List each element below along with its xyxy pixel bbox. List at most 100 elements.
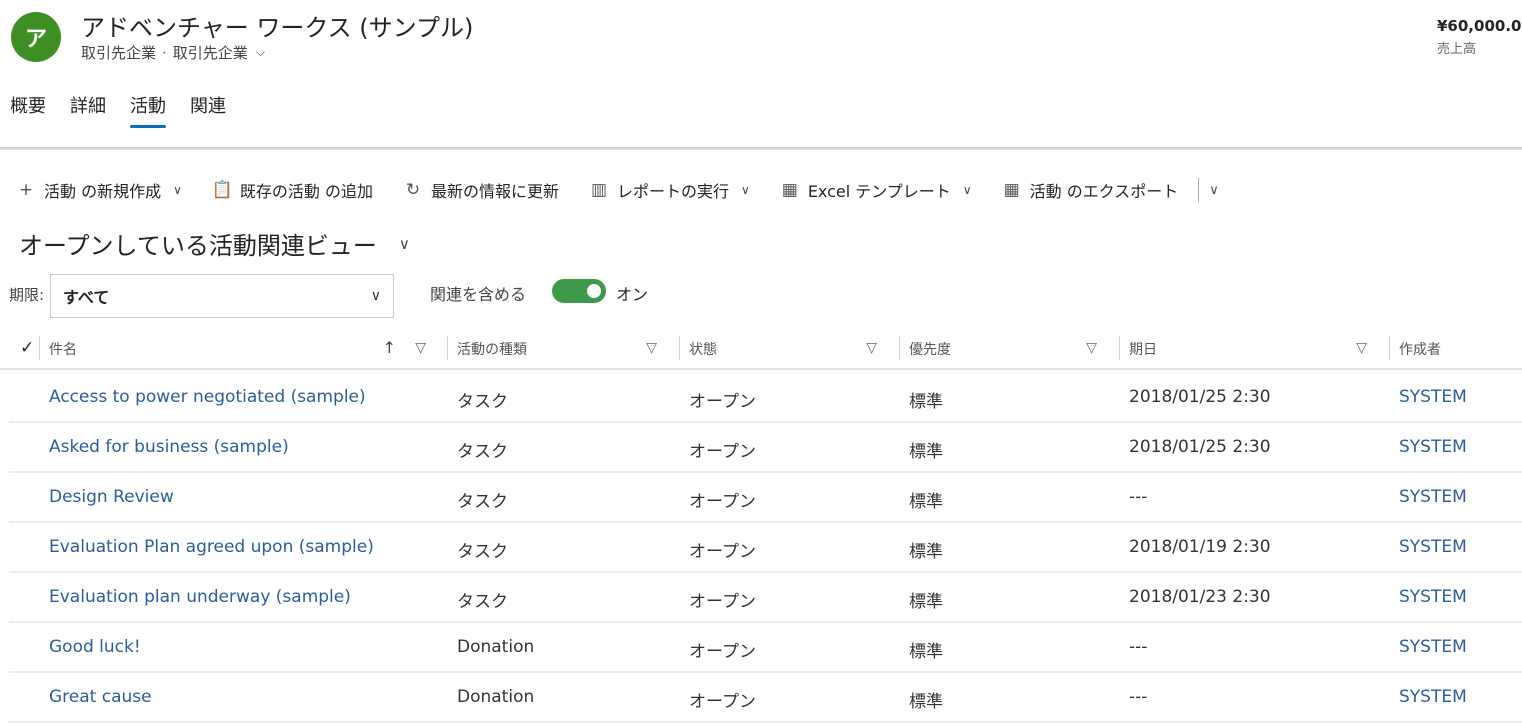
tab-summary[interactable]: 概要 — [10, 92, 46, 128]
table-row[interactable]: Evaluation Plan agreed upon (sample) タスク… — [9, 523, 1522, 573]
run-report-button[interactable]: ▥ レポートの実行 ∨ — [589, 178, 750, 202]
refresh-icon: ↻ — [405, 180, 421, 200]
status-cell: オープン — [689, 392, 756, 412]
subject-link[interactable]: Design Review — [49, 487, 174, 507]
include-related-label: 関連を含める — [430, 285, 527, 304]
refresh-label: 最新の情報に更新 — [430, 182, 559, 201]
filter-icon[interactable]: ▽ — [1356, 340, 1367, 356]
column-header-priority[interactable]: 優先度 ▽ — [909, 330, 1097, 368]
status-cell: オープン — [689, 642, 756, 662]
column-divider — [899, 336, 900, 360]
sort-ascending-icon[interactable]: ↑ — [383, 338, 396, 357]
toolbar-divider — [1198, 178, 1200, 202]
column-divider — [1119, 336, 1120, 360]
plus-icon: + — [18, 180, 34, 200]
view-title: オープンしている活動関連ビュー — [19, 232, 377, 260]
period-dropdown[interactable]: すべて ∨ — [50, 274, 394, 318]
priority-cell: 標準 — [909, 542, 943, 562]
column-header-activity-type[interactable]: 活動の種類 ▽ — [457, 330, 657, 368]
table-row[interactable]: Asked for business (sample) タスク オープン 標準 … — [9, 423, 1522, 473]
column-header-created-by[interactable]: 作成者 — [1399, 330, 1509, 368]
table-row[interactable]: Design Review タスク オープン 標準 --- SYSTEM — [9, 473, 1522, 523]
created-by-link[interactable]: SYSTEM — [1399, 387, 1467, 407]
more-commands-chevron-icon[interactable]: ∨ — [1209, 183, 1219, 198]
priority-cell: 標準 — [909, 392, 943, 412]
export-label: 活動 のエクスポート — [1029, 182, 1179, 201]
column-header-subject[interactable]: 件名 ↑ ▽ — [49, 330, 426, 368]
subject-link[interactable]: Evaluation Plan agreed upon (sample) — [49, 537, 374, 557]
due-cell: 2018/01/25 2:30 — [1129, 437, 1271, 457]
column-header-activity-type-label: 活動の種類 — [457, 342, 527, 358]
view-selector[interactable]: オープンしている活動関連ビュー ∨ — [19, 226, 410, 261]
grid-header: ✓ 件名 ↑ ▽ 活動の種類 ▽ 状態 ▽ 優先度 ▽ 期日 ▽ 作成者 — [0, 330, 1522, 370]
tab-activities[interactable]: 活動 — [130, 92, 166, 128]
priority-cell: 標準 — [909, 692, 943, 712]
activity-type-cell: Donation — [457, 687, 535, 707]
record-avatar: ア — [11, 12, 61, 62]
entity-type-label: 取引先企業 — [81, 44, 157, 62]
excel-export-icon: ▦ — [1003, 180, 1020, 200]
subject-link[interactable]: Good luck! — [49, 637, 141, 657]
excel-templates-label: Excel テンプレート — [807, 182, 951, 201]
created-by-link[interactable]: SYSTEM — [1399, 587, 1467, 607]
refresh-button[interactable]: ↻ 最新の情報に更新 — [403, 178, 559, 202]
tab-details[interactable]: 詳細 — [70, 92, 106, 128]
period-label: 期限: — [9, 286, 45, 304]
select-all-checkmark-icon[interactable]: ✓ — [20, 338, 34, 358]
filter-icon[interactable]: ▽ — [866, 340, 877, 356]
priority-cell: 標準 — [909, 442, 943, 462]
filter-icon[interactable]: ▽ — [646, 340, 657, 356]
record-subtitle: 取引先企業 · 取引先企業 ⌵ — [81, 42, 265, 63]
created-by-link[interactable]: SYSTEM — [1399, 687, 1467, 707]
priority-cell: 標準 — [909, 492, 943, 512]
add-existing-activity-button[interactable]: 📋 既存の活動 の追加 — [212, 178, 373, 202]
form-selector[interactable]: 取引先企業 — [173, 42, 248, 63]
created-by-link[interactable]: SYSTEM — [1399, 537, 1467, 557]
header-divider — [0, 147, 1522, 150]
toggle-state-label: オン — [616, 285, 649, 304]
column-header-subject-label: 件名 — [49, 342, 77, 358]
table-row[interactable]: Evaluation plan underway (sample) タスク オー… — [9, 573, 1522, 623]
report-icon: ▥ — [590, 180, 608, 200]
column-divider — [1389, 336, 1390, 360]
filter-icon[interactable]: ▽ — [415, 340, 426, 356]
header-kpi: ¥60,000.00 売上高 — [1437, 17, 1522, 57]
revenue-value: ¥60,000.00 — [1437, 17, 1522, 35]
toggle-knob — [587, 284, 601, 298]
command-bar: + 活動 の新規作成 ∨ 📋 既存の活動 の追加 ↻ 最新の情報に更新 ▥ レポ… — [16, 172, 1219, 208]
excel-templates-button[interactable]: ▦ Excel テンプレート ∨ — [780, 178, 972, 202]
created-by-link[interactable]: SYSTEM — [1399, 487, 1467, 507]
export-activities-button[interactable]: ▦ 活動 のエクスポート — [1002, 178, 1179, 202]
tab-related[interactable]: 関連 — [190, 92, 226, 128]
chevron-down-icon: ∨ — [173, 183, 182, 197]
subject-link[interactable]: Access to power negotiated (sample) — [49, 387, 366, 407]
subject-link[interactable]: Asked for business (sample) — [49, 437, 289, 457]
new-activity-button[interactable]: + 活動 の新規作成 ∨ — [16, 178, 182, 202]
due-cell: --- — [1129, 487, 1148, 507]
column-divider — [39, 336, 40, 360]
created-by-link[interactable]: SYSTEM — [1399, 437, 1467, 457]
column-header-due[interactable]: 期日 ▽ — [1129, 330, 1367, 368]
chevron-down-icon[interactable]: ⌵ — [256, 45, 265, 60]
subject-link[interactable]: Great cause — [49, 687, 152, 707]
include-related-toggle[interactable] — [552, 279, 606, 303]
table-row[interactable]: Great cause Donation オープン 標準 --- SYSTEM — [9, 673, 1522, 723]
column-header-status[interactable]: 状態 ▽ — [689, 330, 877, 368]
record-header: ア アドベンチャー ワークス (サンプル) 取引先企業 · 取引先企業 ⌵ ¥6… — [0, 0, 1522, 148]
table-row[interactable]: Good luck! Donation オープン 標準 --- SYSTEM — [9, 623, 1522, 673]
excel-icon: ▦ — [781, 180, 798, 200]
clipboard-add-icon: 📋 — [211, 180, 234, 200]
status-cell: オープン — [689, 692, 756, 712]
new-activity-label: 活動 の新規作成 — [44, 182, 162, 201]
filter-icon[interactable]: ▽ — [1086, 340, 1097, 356]
created-by-link[interactable]: SYSTEM — [1399, 637, 1467, 657]
record-title: アドベンチャー ワークス (サンプル) — [81, 14, 474, 42]
form-tabs: 概要 詳細 活動 関連 — [10, 92, 226, 128]
status-cell: オープン — [689, 442, 756, 462]
subject-link[interactable]: Evaluation plan underway (sample) — [49, 587, 351, 607]
due-cell: --- — [1129, 687, 1148, 707]
chevron-down-icon: ∨ — [398, 234, 410, 253]
column-divider — [679, 336, 680, 360]
table-row[interactable]: Access to power negotiated (sample) タスク … — [9, 373, 1522, 423]
run-report-label: レポートの実行 — [617, 182, 730, 201]
